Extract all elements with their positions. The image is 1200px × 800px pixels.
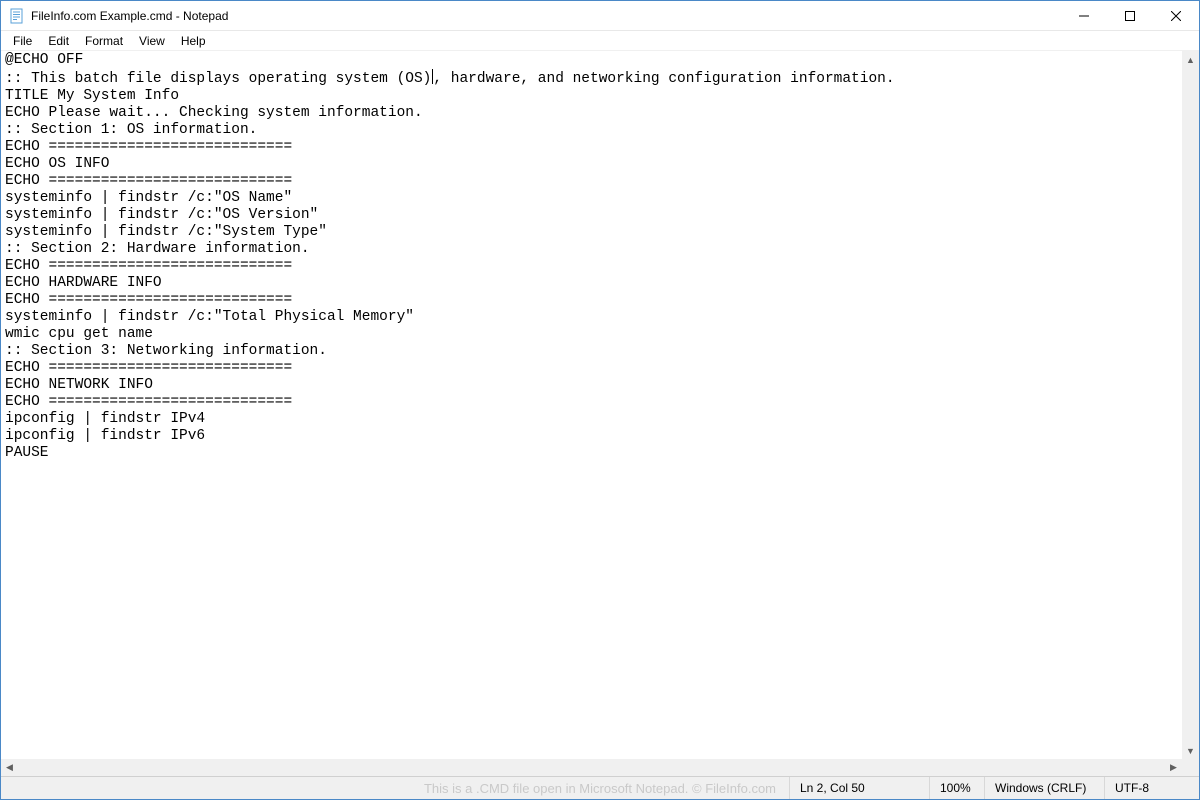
horizontal-scrollbar[interactable]: ◀ ▶ (1, 759, 1182, 776)
text-editor[interactable]: @ECHO OFF :: This batch file displays op… (1, 51, 1182, 759)
status-zoom: 100% (929, 777, 984, 799)
menu-file[interactable]: File (5, 32, 40, 50)
menu-help[interactable]: Help (173, 32, 214, 50)
menu-edit[interactable]: Edit (40, 32, 77, 50)
notepad-app-icon (9, 8, 25, 24)
status-encoding: UTF-8 (1104, 777, 1199, 799)
editor-area: @ECHO OFF :: This batch file displays op… (1, 51, 1199, 776)
vertical-scrollbar[interactable]: ▲ ▼ (1182, 51, 1199, 759)
scroll-right-icon[interactable]: ▶ (1165, 759, 1182, 776)
window-title: FileInfo.com Example.cmd - Notepad (31, 9, 228, 23)
status-line-ending: Windows (CRLF) (984, 777, 1104, 799)
scroll-down-icon[interactable]: ▼ (1182, 742, 1199, 759)
scroll-left-icon[interactable]: ◀ (1, 759, 18, 776)
close-button[interactable] (1153, 1, 1199, 31)
status-cursor-position: Ln 2, Col 50 (789, 777, 929, 799)
scroll-up-icon[interactable]: ▲ (1182, 51, 1199, 68)
menu-bar: File Edit Format View Help (1, 31, 1199, 51)
title-bar[interactable]: FileInfo.com Example.cmd - Notepad (1, 1, 1199, 31)
menu-view[interactable]: View (131, 32, 173, 50)
maximize-button[interactable] (1107, 1, 1153, 31)
minimize-button[interactable] (1061, 1, 1107, 31)
status-bar: This is a .CMD file open in Microsoft No… (1, 776, 1199, 799)
notepad-window: FileInfo.com Example.cmd - Notepad File … (0, 0, 1200, 800)
scroll-corner (1182, 759, 1199, 776)
menu-format[interactable]: Format (77, 32, 131, 50)
